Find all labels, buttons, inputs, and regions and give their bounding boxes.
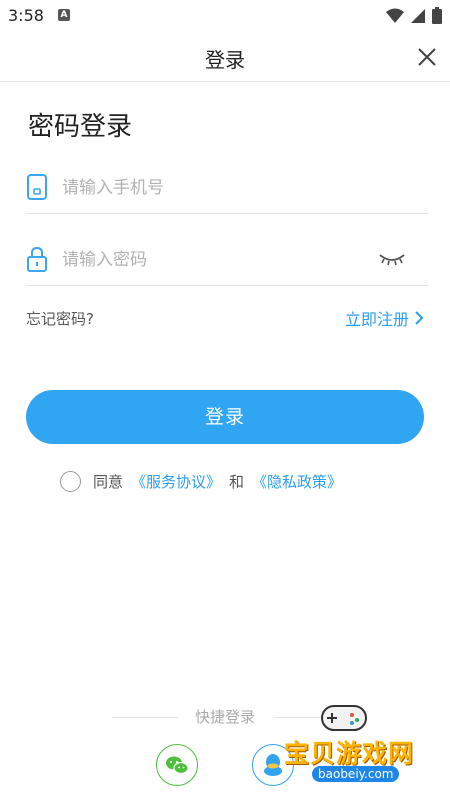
phone-input[interactable] (62, 172, 382, 204)
login-heading: 密码登录 (28, 112, 133, 142)
battery-icon (432, 7, 442, 24)
wifi-icon (386, 8, 404, 23)
watermark-url: baobeiy.com (312, 766, 400, 782)
watermark-title: 宝贝游戏网 (284, 739, 415, 768)
register-label: 立即注册 (344, 310, 409, 329)
wechat-icon (165, 756, 189, 774)
title-bar: 登录 (0, 32, 450, 82)
login-button[interactable]: 登录 (26, 390, 424, 444)
phone-icon (27, 174, 47, 200)
gamepad-icon (321, 705, 367, 731)
lock-icon (27, 246, 47, 272)
agreement-row: 同意 《服务协议》 和 《隐私政策》 (60, 471, 342, 492)
status-time: 3:58 (8, 6, 44, 25)
agree-radio[interactable] (60, 471, 81, 492)
agree-prefix: 同意 (93, 473, 124, 491)
signal-icon (411, 8, 425, 23)
status-bar: 3:58 A (0, 0, 450, 32)
watermark: 宝贝游戏网 baobeiy.com (284, 700, 444, 790)
privacy-policy-link[interactable]: 《隐私政策》 (252, 471, 342, 492)
close-icon[interactable] (414, 44, 440, 70)
service-agreement-link[interactable]: 《服务协议》 (131, 471, 221, 492)
notification-icon: A (58, 9, 70, 21)
forgot-password-link[interactable]: 忘记密码? (26, 308, 94, 329)
register-link[interactable]: 立即注册 (345, 306, 424, 330)
page-title: 登录 (205, 48, 245, 72)
phone-field (26, 166, 428, 214)
chevron-right-icon (415, 311, 424, 325)
agree-and: 和 (229, 473, 245, 491)
password-input[interactable] (62, 244, 382, 276)
eye-closed-icon[interactable] (378, 250, 406, 268)
wechat-login-button[interactable] (156, 744, 198, 786)
status-icons (386, 7, 442, 24)
password-field (26, 238, 428, 286)
